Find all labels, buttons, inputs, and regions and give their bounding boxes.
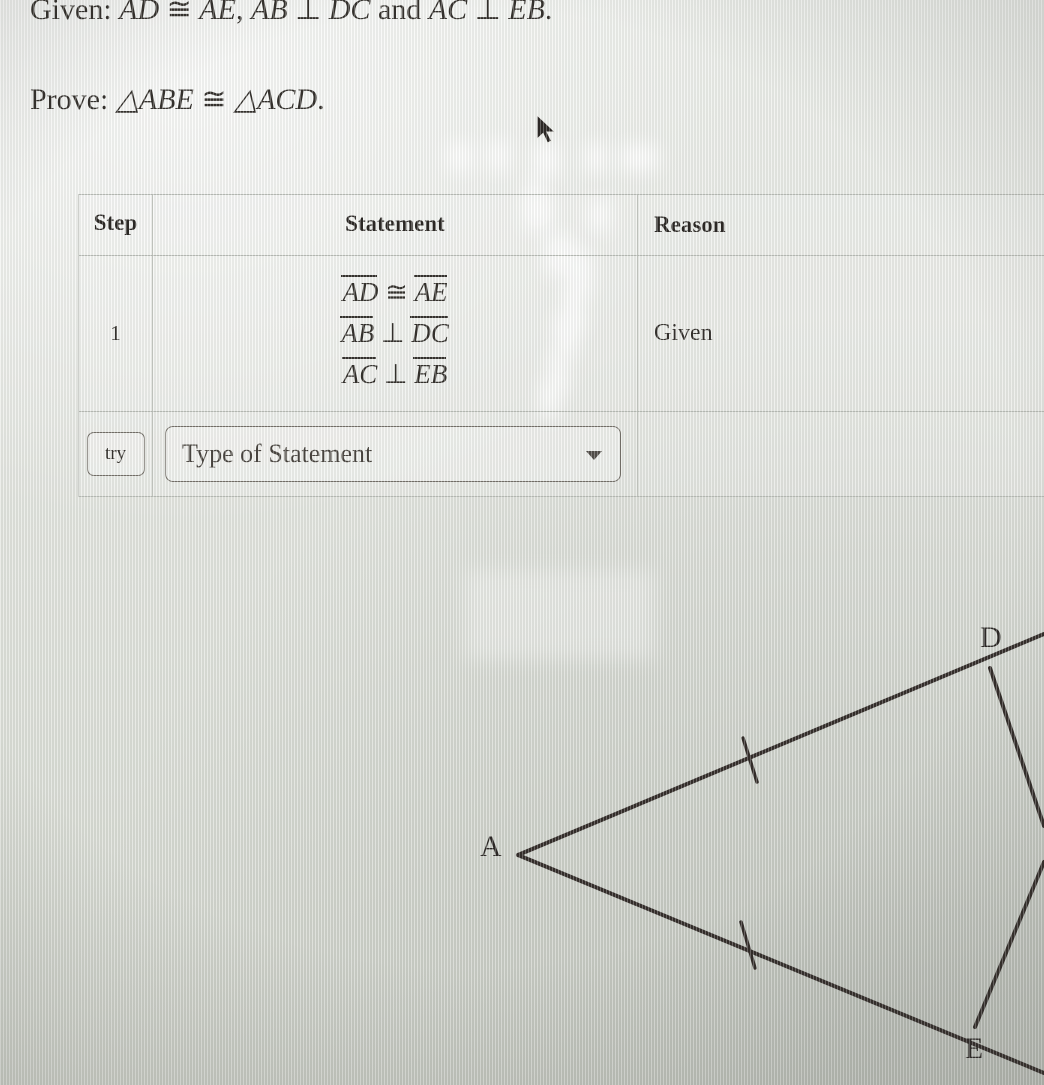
statement-line: AB ⊥ DC bbox=[340, 316, 449, 349]
given-seg-0-rel: ≅ bbox=[166, 0, 192, 26]
geometry-figure: A D E bbox=[440, 590, 1044, 1085]
statement-2-right: EB bbox=[413, 357, 448, 389]
statement-0-left: AD bbox=[341, 275, 379, 307]
statement-line: AC ⊥ EB bbox=[341, 357, 448, 390]
statement-2-left: AC bbox=[341, 357, 378, 389]
geometry-figure-svg bbox=[516, 632, 1044, 1075]
entry-row-step-cell: try bbox=[79, 412, 153, 496]
given-seg-1-right: DC bbox=[329, 0, 371, 27]
given-connector: and bbox=[377, 0, 422, 26]
type-of-statement-dropdown[interactable]: Type of Statement bbox=[165, 426, 621, 482]
prove-label: Prove: bbox=[30, 83, 109, 116]
given-label: Given: bbox=[30, 0, 112, 26]
row-step-number: 1 bbox=[79, 256, 153, 411]
statement-line: AD ≅ AE bbox=[341, 275, 448, 308]
entry-row-reason-cell bbox=[638, 412, 1044, 496]
column-header-reason: Reason bbox=[654, 212, 726, 237]
given-seg-0-right: AE bbox=[199, 0, 236, 27]
try-button[interactable]: try bbox=[86, 432, 145, 476]
given-seg-1-rel: ⊥ bbox=[295, 0, 322, 26]
given-seg-2-right: EB bbox=[508, 0, 545, 27]
given-seg-2-rel: ⊥ bbox=[474, 0, 501, 26]
given-seg-2-left: AC bbox=[429, 0, 467, 27]
prove-left: △ABE bbox=[115, 83, 194, 116]
vertex-label-E: E bbox=[965, 1032, 984, 1065]
statement-1-left: AB bbox=[340, 316, 375, 348]
vertex-label-D: D bbox=[980, 621, 1002, 654]
prove-right: △ACD bbox=[234, 83, 318, 116]
prove-rel: ≅ bbox=[201, 83, 227, 116]
prove-statement-line: Prove: △ABE ≅ △ACD. bbox=[30, 82, 325, 117]
given-seg-1-left: AB bbox=[251, 0, 288, 27]
given-statement-line: Given: AD ≅ AE, AB ⊥ DC and AC ⊥ EB. bbox=[30, 0, 552, 27]
column-header-statement: Statement bbox=[153, 195, 638, 255]
type-of-statement-label: Type of Statement bbox=[182, 439, 373, 468]
statement-1-right: DC bbox=[410, 316, 449, 348]
segment-E-to-B bbox=[973, 860, 1044, 1029]
table-row: 1 AD ≅ AE AB ⊥ DC AC ⊥ EB Given bbox=[79, 256, 1044, 412]
chevron-down-icon bbox=[586, 451, 602, 460]
entry-row-statement-cell: Type of Statement bbox=[153, 412, 638, 496]
tick-mark-AE bbox=[739, 920, 757, 970]
segment-A-D-extended bbox=[516, 632, 1044, 857]
vertex-label-A: A bbox=[480, 830, 502, 863]
prove-end-punct: . bbox=[317, 83, 325, 116]
segment-D-to-C bbox=[988, 666, 1044, 828]
row-statement-cell: AD ≅ AE AB ⊥ DC AC ⊥ EB bbox=[153, 256, 638, 411]
given-seg-0-left: AD bbox=[119, 0, 159, 27]
column-header-step: Step bbox=[79, 195, 153, 255]
table-header-row: Step Statement Reason bbox=[79, 195, 1044, 256]
proof-table: Step Statement Reason 1 AD ≅ AE AB ⊥ DC … bbox=[78, 194, 1044, 497]
statement-2-rel: ⊥ bbox=[383, 359, 408, 389]
statement-0-right: AE bbox=[413, 275, 448, 307]
given-end-punct: . bbox=[544, 0, 553, 26]
statement-1-rel: ⊥ bbox=[380, 318, 405, 348]
row-reason-cell: Given bbox=[654, 320, 713, 346]
table-entry-row: try Type of Statement bbox=[79, 412, 1044, 496]
statement-0-rel: ≅ bbox=[385, 277, 408, 307]
